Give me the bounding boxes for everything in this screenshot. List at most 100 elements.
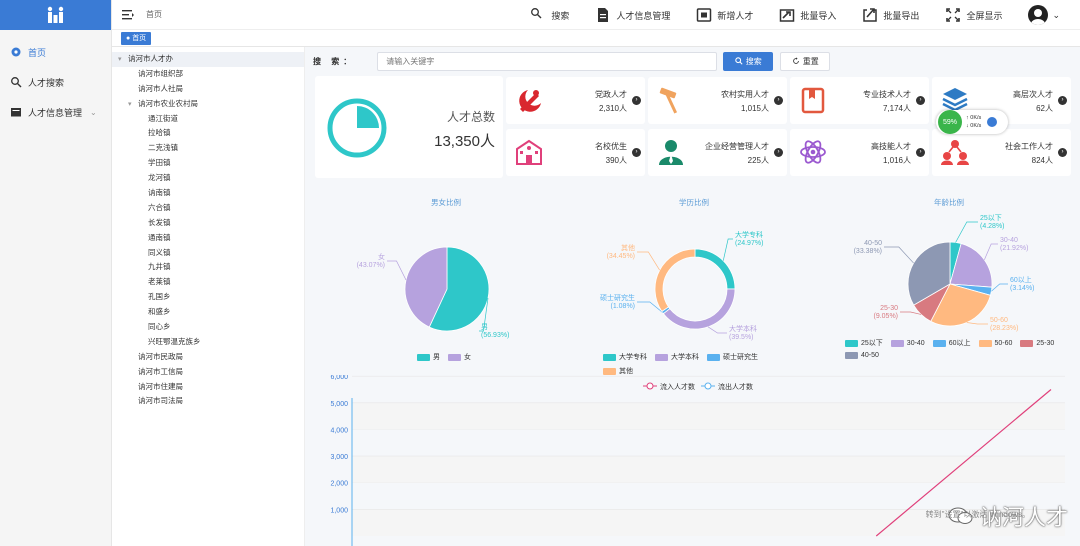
- legend-item[interactable]: 男: [417, 352, 440, 362]
- reset-button-label: 重置: [802, 56, 819, 66]
- tree-node[interactable]: 讷南镇: [112, 186, 304, 201]
- tree-node[interactable]: 同心乡: [112, 320, 304, 335]
- total-talent-card[interactable]: 人才总数 13,350人: [315, 76, 503, 178]
- legend-swatch: [1020, 339, 1034, 347]
- stat-card[interactable]: 名校优生 390人 ›: [506, 129, 645, 176]
- legend-swatch: [417, 353, 430, 361]
- header-action-4[interactable]: 批量导出: [862, 7, 919, 23]
- legend-item[interactable]: 大学专科: [603, 352, 647, 362]
- keyword-input[interactable]: [377, 51, 718, 71]
- stat-card[interactable]: 农村实用人才 1,015人 ›: [648, 77, 787, 124]
- sidebar-item-1[interactable]: 人才搜索: [0, 74, 111, 90]
- tree-node[interactable]: 孔国乡: [112, 290, 304, 305]
- app-logo[interactable]: [0, 0, 111, 30]
- header-action-0[interactable]: 搜索: [530, 7, 569, 23]
- chevron-right-icon[interactable]: ›: [916, 148, 925, 157]
- stat-name: 高技能人才: [871, 142, 911, 151]
- legend-item[interactable]: 硕士研究生: [707, 352, 758, 362]
- stat-card[interactable]: 党政人才 2,310人 ›: [506, 77, 645, 124]
- legend-item[interactable]: 40-50: [845, 352, 879, 359]
- tree-node[interactable]: 长发镇: [112, 216, 304, 231]
- stat-value: 62人: [1036, 104, 1053, 113]
- stat-name: 高层次人才: [1013, 90, 1053, 99]
- tree-node[interactable]: 讷河市住建局: [112, 380, 304, 395]
- chevron-right-icon[interactable]: ›: [632, 96, 641, 105]
- tree-node[interactable]: 讷河市工信局: [112, 365, 304, 380]
- stat-card[interactable]: 企业经营管理人才 225人 ›: [648, 129, 787, 176]
- total-value: 13,350人: [434, 133, 495, 150]
- pie-slice[interactable]: [662, 288, 736, 330]
- chevron-right-icon[interactable]: ›: [774, 96, 783, 105]
- network-speed-widget[interactable]: 59% ↑ 0K/s ↓ 0K/s: [936, 110, 1008, 134]
- tree-node[interactable]: 讷河市组织部: [112, 67, 304, 82]
- legend-item[interactable]: 女: [448, 352, 471, 362]
- header-action-2[interactable]: 新增人才: [696, 7, 753, 23]
- chevron-right-icon[interactable]: ›: [1058, 148, 1067, 157]
- tree-node[interactable]: 拉哈镇: [112, 126, 304, 141]
- reset-button[interactable]: 重置: [780, 51, 831, 71]
- chevron-down-icon[interactable]: ⌄: [90, 108, 97, 117]
- caret-down-icon[interactable]: ▾: [128, 98, 138, 113]
- tree-node[interactable]: ▾ 讷河市人才办: [112, 52, 304, 67]
- speed-widget-dot: [987, 117, 998, 127]
- label-leader-line: [900, 311, 922, 315]
- legend-item[interactable]: 30-40: [890, 338, 925, 348]
- slice-percent: (28.23%): [990, 325, 1018, 332]
- header-action-3[interactable]: 批量导入: [779, 7, 836, 23]
- header-action-5[interactable]: 全屏显示: [945, 7, 1002, 23]
- tree-node[interactable]: 二克浅镇: [112, 141, 304, 156]
- team-icon: [941, 140, 969, 165]
- line-legend-item[interactable]: 流入人才数: [643, 382, 695, 391]
- legend-label: 40-50: [861, 352, 879, 359]
- chevron-right-icon[interactable]: ›: [632, 148, 641, 157]
- chevron-right-icon[interactable]: ›: [916, 96, 925, 105]
- chevron-down-icon[interactable]: ⌄: [1052, 10, 1060, 21]
- tree-node[interactable]: 学田镇: [112, 156, 304, 171]
- slice-percent: (43.07%): [357, 262, 385, 269]
- tree-node[interactable]: 兴旺鄂温克族乡: [112, 335, 304, 350]
- tree-node[interactable]: 六合镇: [112, 201, 304, 216]
- legend-item[interactable]: 大学本科: [655, 352, 699, 362]
- folder-icon: [10, 106, 22, 118]
- tag-home[interactable]: ● 首页: [121, 32, 152, 45]
- legend-swatch: [655, 353, 668, 361]
- tree-node[interactable]: ▾ 讷河市农业农村局: [112, 97, 304, 112]
- tree-node[interactable]: 通南镇: [112, 231, 304, 246]
- tree-node[interactable]: 龙河镇: [112, 171, 304, 186]
- user-avatar[interactable]: [1028, 5, 1049, 25]
- search-button[interactable]: 搜索: [723, 51, 774, 71]
- tree-node[interactable]: 老莱镇: [112, 275, 304, 290]
- header-action-1[interactable]: 人才信息管理: [595, 7, 670, 23]
- slice-percent: (33.38%): [854, 248, 882, 255]
- tree-node[interactable]: 讷河市人社局: [112, 82, 304, 97]
- chevron-right-icon[interactable]: ›: [1058, 96, 1067, 105]
- legend-item[interactable]: 50-60: [978, 338, 1012, 348]
- slice-label: 其他: [621, 243, 635, 252]
- slice-percent: (34.45%): [607, 253, 635, 260]
- tree-node[interactable]: 讷河市民政局: [112, 350, 304, 365]
- tree-node[interactable]: 九井镇: [112, 260, 304, 275]
- tree-node[interactable]: 通江街道: [112, 112, 304, 127]
- pie-slice[interactable]: [694, 248, 736, 290]
- sidebar-item-2[interactable]: 人才信息管理 ⌄: [0, 104, 111, 120]
- stat-card[interactable]: 社会工作人才 824人 ›: [932, 129, 1071, 176]
- menu-toggle-icon[interactable]: [122, 9, 134, 21]
- breadcrumb[interactable]: 首页: [146, 9, 162, 20]
- chevron-right-icon[interactable]: ›: [774, 148, 783, 157]
- stat-card[interactable]: 专业技术人才 7,174人 ›: [790, 77, 929, 124]
- legend-item[interactable]: 25以下: [845, 338, 883, 348]
- sidebar-item-label: 首页: [28, 47, 47, 58]
- slice-label: 30-40: [1000, 237, 1018, 244]
- tree-node[interactable]: 同义镇: [112, 246, 304, 261]
- tree-node[interactable]: 和盛乡: [112, 305, 304, 320]
- tree-node-label: 长发镇: [148, 217, 171, 227]
- legend-item[interactable]: 60以上: [932, 338, 971, 348]
- legend-item[interactable]: 25-30: [1020, 338, 1054, 348]
- search-icon: [735, 57, 743, 65]
- stat-card[interactable]: 高技能人才 1,016人 ›: [790, 129, 929, 176]
- tree-node[interactable]: 讷河市司法局: [112, 394, 304, 409]
- caret-down-icon[interactable]: ▾: [118, 53, 128, 68]
- sidebar-item-0[interactable]: 首页: [0, 44, 111, 60]
- line-legend-item[interactable]: 流出人才数: [701, 382, 753, 391]
- pie-slice[interactable]: [654, 248, 696, 312]
